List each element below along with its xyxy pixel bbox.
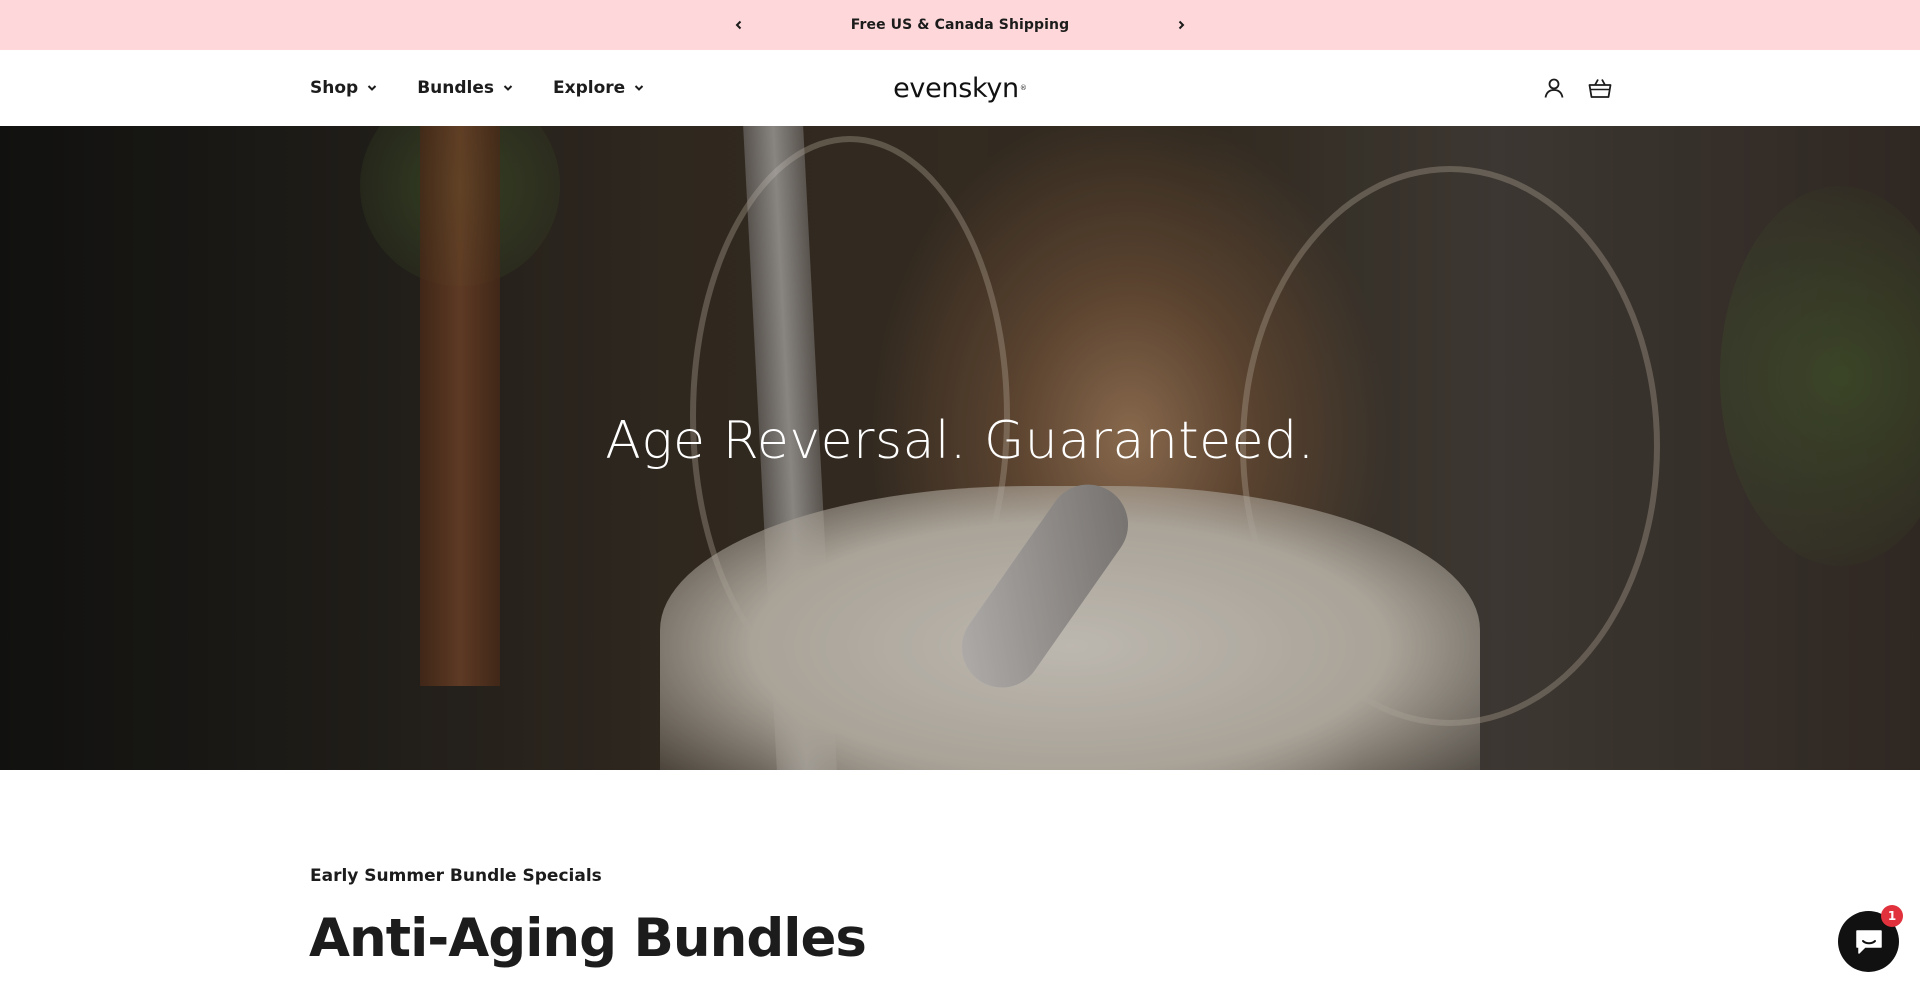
nav-item-explore[interactable]: Explore (553, 78, 644, 98)
announcement-next-button[interactable] (1171, 15, 1191, 35)
announcement-prev-button[interactable] (729, 15, 749, 35)
account-icon (1544, 78, 1564, 98)
site-header: Shop Bundles Explore evenskyn ® (0, 50, 1920, 126)
hero-banner: Age Reversal. Guaranteed. (0, 126, 1920, 770)
chevron-down-icon (503, 84, 513, 92)
nav-item-shop[interactable]: Shop (310, 78, 377, 98)
cart-button[interactable] (1586, 74, 1614, 102)
hero-headline: Age Reversal. Guaranteed. (605, 411, 1315, 471)
collection-eyebrow: Early Summer Bundle Specials (310, 866, 602, 886)
chevron-down-icon (367, 84, 377, 92)
nav-item-label: Explore (553, 78, 626, 98)
brand-logo-registered-mark: ® (1019, 84, 1027, 92)
main-nav: Shop Bundles Explore (310, 50, 684, 126)
brand-logo-text: evenskyn (893, 72, 1019, 104)
chat-unread-badge: 1 (1881, 905, 1903, 927)
chevron-down-icon (634, 84, 644, 92)
collection-title: Anti-Aging Bundles (309, 908, 867, 969)
header-actions (1540, 74, 1614, 102)
cart-basket-icon (1588, 79, 1612, 98)
announcement-bar: Free US & Canada Shipping (0, 0, 1920, 50)
account-button[interactable] (1540, 74, 1568, 102)
announcement-message: Free US & Canada Shipping (850, 17, 1070, 33)
nav-item-label: Shop (310, 78, 359, 98)
chevron-left-icon (735, 20, 742, 30)
nav-item-bundles[interactable]: Bundles (417, 78, 513, 98)
chevron-right-icon (1178, 20, 1185, 30)
brand-logo[interactable]: evenskyn ® (892, 68, 1028, 108)
nav-item-label: Bundles (417, 78, 495, 98)
chat-icon (1855, 929, 1882, 954)
